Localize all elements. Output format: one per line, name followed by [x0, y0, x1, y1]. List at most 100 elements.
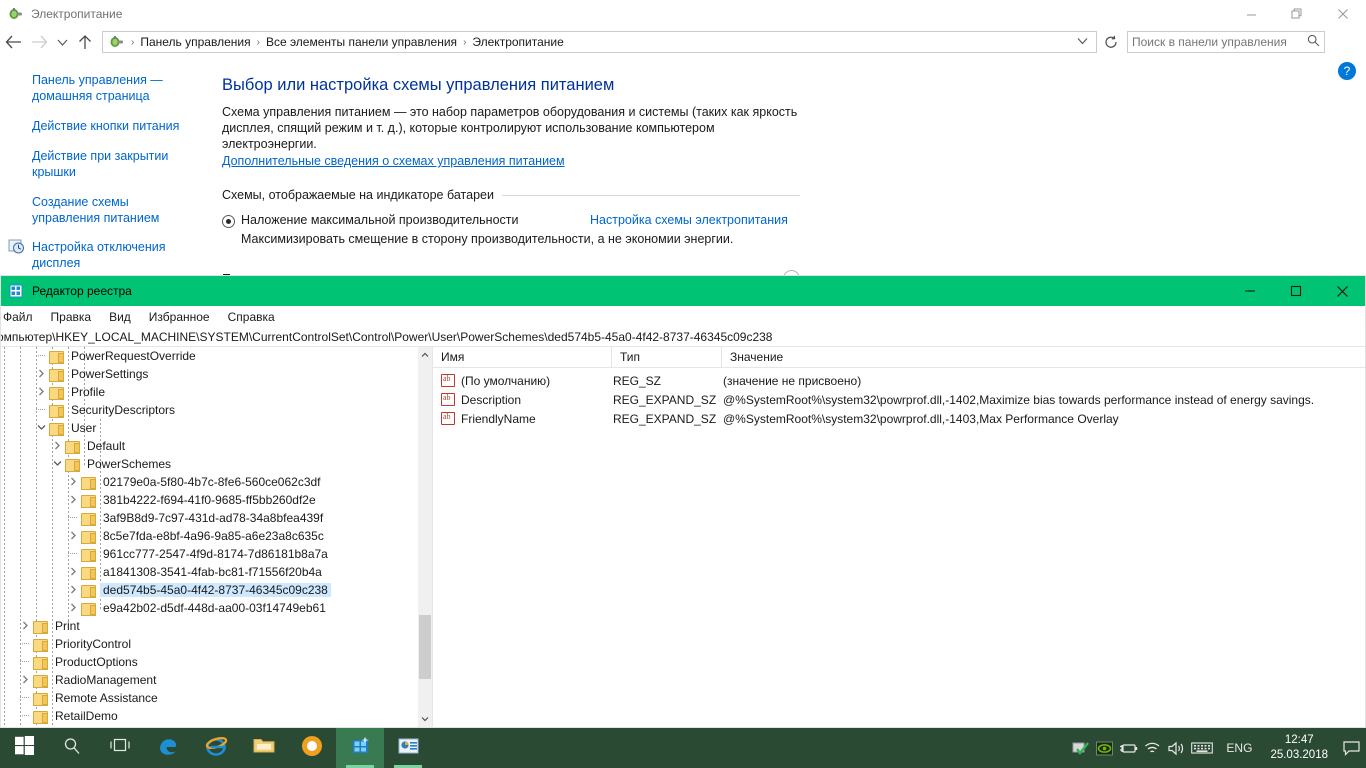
breadcrumb-item-3[interactable]: Электропитание — [468, 35, 567, 49]
tree-node[interactable]: ded574b5-45a0-4f42-8737-46345c09c238 — [1, 581, 418, 599]
breadcrumb-item-1[interactable]: Панель управления — [136, 35, 254, 49]
recent-locations-chevron-down-icon[interactable] — [52, 29, 72, 55]
tree-node[interactable]: 381b4222-f694-41f0-9685-ff5bb260df2e — [1, 491, 418, 509]
search-input[interactable] — [1132, 35, 1307, 49]
minimize-button[interactable] — [1227, 276, 1273, 306]
column-header-name[interactable]: Имя — [433, 347, 611, 367]
chevron-right-icon[interactable] — [65, 495, 81, 506]
tree-node[interactable]: PriorityControl — [1, 635, 418, 653]
up-icon[interactable] — [72, 29, 98, 55]
tree-node[interactable]: SecurityDescriptors — [1, 401, 418, 419]
start-button[interactable] — [0, 728, 48, 768]
menu-help[interactable]: Справка — [219, 308, 284, 326]
menu-edit[interactable]: Правка — [42, 308, 101, 326]
registry-address-bar[interactable]: омпьютер\HKEY_LOCAL_MACHINE\SYSTEM\Curre… — [1, 328, 1365, 347]
tree-node[interactable]: RetailDemo — [1, 707, 418, 725]
chevron-right-icon[interactable] — [33, 387, 49, 398]
chevron-right-icon[interactable] — [65, 567, 81, 578]
registry-tree[interactable]: PowerRequestOverride PowerSettings Profile… — [1, 347, 418, 727]
menu-view[interactable]: Вид — [100, 308, 140, 326]
search-box[interactable] — [1127, 31, 1325, 53]
chevron-right-icon[interactable] — [65, 585, 81, 596]
menu-favorites[interactable]: Избранное — [140, 308, 219, 326]
help-icon[interactable]: ? — [1338, 62, 1356, 80]
sidebar-item-display-turnoff[interactable]: Настройка отключения дисплея — [0, 237, 215, 273]
registry-values-pane[interactable]: Имя Тип Значение (По умолчанию) REG_SZ (зн… — [433, 347, 1365, 727]
task-view-button[interactable] — [96, 728, 144, 768]
tree-node[interactable]: 8c5e7fda-e8bf-4a96-9a85-a6e23a8c635c — [1, 527, 418, 545]
column-header-value[interactable]: Значение — [721, 347, 1365, 367]
chevron-right-icon[interactable] — [65, 477, 81, 488]
tree-node[interactable]: e9a42b02-d5df-448d-aa00-03f14749eb61 — [1, 599, 418, 617]
tree-node[interactable]: Remote Assistance — [1, 689, 418, 707]
registry-tree-pane[interactable]: PowerRequestOverride PowerSettings Profile… — [1, 347, 433, 727]
tree-node[interactable]: User — [1, 419, 418, 437]
clock[interactable]: 12:47 25.03.2018 — [1262, 733, 1336, 763]
power-plan-radio[interactable] — [222, 215, 235, 228]
table-row[interactable]: (По умолчанию) REG_SZ (значение не присвое… — [433, 371, 1365, 390]
sidebar-item-home[interactable]: Панель управления — домашняя страница — [32, 70, 197, 106]
sidebar-item-lid-close-action[interactable]: Действие при закрытии крышки — [32, 146, 197, 182]
sidebar-item-power-button-action[interactable]: Действие кнопки питания — [32, 116, 197, 136]
chevron-right-icon[interactable] — [65, 531, 81, 542]
chevron-right-icon[interactable] — [33, 369, 49, 380]
action-center-button[interactable] — [1336, 728, 1366, 768]
chevron-down-icon[interactable] — [33, 423, 49, 433]
network-icon[interactable] — [1140, 728, 1164, 768]
internet-explorer-button[interactable] — [192, 728, 240, 768]
tree-node[interactable]: 3af9B8d9-7c97-431d-ad78-34a8bfea439f — [1, 509, 418, 527]
tree-node[interactable]: 961cc777-2547-4f9d-8174-7d86181b8a7a — [1, 545, 418, 563]
tree-node[interactable]: PowerSettings — [1, 365, 418, 383]
restore-button[interactable] — [1274, 0, 1320, 28]
menu-file[interactable]: Файл — [0, 308, 42, 326]
table-row[interactable]: FriendlyName REG_EXPAND_SZ @%SystemRoot%\s… — [433, 409, 1365, 428]
refresh-icon[interactable] — [1099, 30, 1123, 54]
search-button[interactable] — [48, 728, 96, 768]
breadcrumb-item-2[interactable]: Все элементы панели управления — [262, 35, 461, 49]
keyboard-icon[interactable] — [1188, 728, 1216, 768]
values-list[interactable]: (По умолчанию) REG_SZ (значение не присвое… — [433, 368, 1365, 428]
power-plan-row[interactable]: Наложение максимальной производительност… — [222, 213, 822, 228]
battery-icon[interactable] — [1116, 728, 1140, 768]
close-button[interactable] — [1320, 0, 1366, 28]
learn-more-link[interactable]: Дополнительные сведения о схемах управле… — [222, 154, 565, 168]
tree-node[interactable]: a1841308-3541-4fab-bc81-f71556f20b4a — [1, 563, 418, 581]
chevron-right-icon[interactable] — [17, 621, 33, 632]
chevron-right-icon[interactable] — [49, 441, 65, 452]
tree-node[interactable]: RadioManagement — [1, 671, 418, 689]
chevron-right-icon[interactable] — [65, 603, 81, 614]
maximize-button[interactable] — [1273, 276, 1319, 306]
scroll-up-icon[interactable] — [418, 347, 432, 363]
table-row[interactable]: Description REG_EXPAND_SZ @%SystemRoot%\sy… — [433, 390, 1365, 409]
nvidia-icon[interactable] — [1092, 728, 1116, 768]
back-icon[interactable] — [0, 29, 26, 55]
chrome-button[interactable] — [288, 728, 336, 768]
column-header-type[interactable]: Тип — [611, 347, 721, 367]
tree-node[interactable]: Print — [1, 617, 418, 635]
sidebar-item-create-power-plan[interactable]: Создание схемы управления питанием — [32, 192, 197, 228]
tree-node[interactable]: 02179e0a-5f80-4b7c-8fe6-560ce062c3df — [1, 473, 418, 491]
tree-node[interactable]: PowerRequestOverride — [1, 347, 418, 365]
scroll-thumb[interactable] — [419, 615, 431, 679]
scroll-down-icon[interactable] — [418, 711, 432, 727]
control-panel-button[interactable] — [384, 728, 432, 768]
volume-icon[interactable] — [1164, 728, 1188, 768]
chevron-right-icon[interactable] — [17, 675, 33, 686]
registry-editor-button[interactable] — [336, 728, 384, 768]
tree-node[interactable]: PowerSchemes — [1, 455, 418, 473]
language-indicator[interactable]: ENG — [1216, 741, 1262, 755]
change-plan-settings-link[interactable]: Настройка схемы электропитания — [590, 213, 788, 227]
edge-button[interactable] — [144, 728, 192, 768]
file-explorer-button[interactable] — [240, 728, 288, 768]
tree-vertical-scrollbar[interactable] — [418, 347, 432, 727]
chevron-down-icon[interactable] — [49, 459, 65, 469]
tree-node[interactable]: Profile — [1, 383, 418, 401]
breadcrumb[interactable]: › Панель управления › Все элементы панел… — [102, 31, 1097, 53]
folder-icon — [33, 674, 48, 688]
minimize-button[interactable] — [1228, 0, 1274, 28]
close-button[interactable] — [1319, 276, 1365, 306]
tree-node[interactable]: ProductOptions — [1, 653, 418, 671]
breadcrumb-chevron-down-icon[interactable] — [1071, 37, 1094, 47]
tree-node[interactable]: Default — [1, 437, 418, 455]
security-check-icon[interactable] — [1068, 728, 1092, 768]
